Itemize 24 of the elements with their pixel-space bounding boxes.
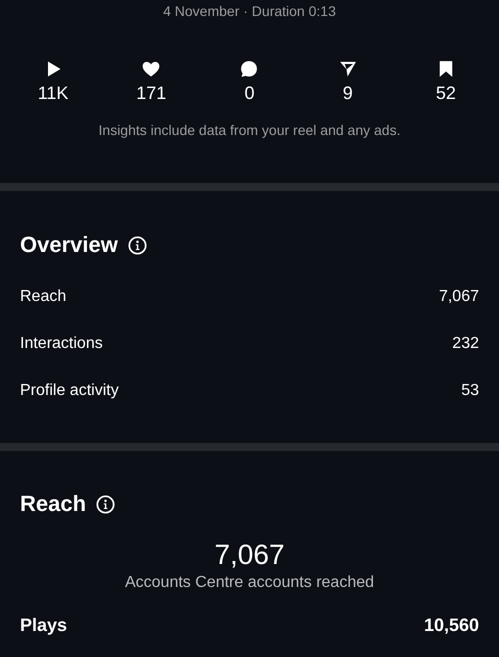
insights-note: Insights include data from your reel and any ads. xyxy=(98,122,402,138)
stat-count: 171 xyxy=(136,83,166,104)
metric-value: 7,067 xyxy=(438,288,479,306)
section-title: Overview xyxy=(20,232,118,258)
reel-date-duration: 4 November · Duration 0:13 xyxy=(162,3,337,19)
metric-label: Reach xyxy=(20,288,66,306)
metric-value: 232 xyxy=(452,334,479,352)
speech-bubble-icon xyxy=(239,59,260,79)
stat-count: 9 xyxy=(342,83,353,104)
metric-label: Profile activity xyxy=(20,382,119,400)
reach-total: 7,067 xyxy=(213,538,286,572)
stat-count: 11K xyxy=(38,83,68,104)
stat-count: 52 xyxy=(436,83,456,104)
info-icon[interactable] xyxy=(128,236,147,254)
info-icon[interactable] xyxy=(96,494,116,514)
heart-icon xyxy=(141,59,162,79)
metric-label: Interactions xyxy=(20,334,103,352)
section-title: Reach xyxy=(20,491,86,517)
metric-value: 10,560 xyxy=(424,615,479,636)
metric-value: 53 xyxy=(461,382,479,400)
metric-label: Plays xyxy=(20,615,68,636)
paper-plane-icon xyxy=(338,59,358,79)
stat-count: 0 xyxy=(244,83,254,104)
reach-caption: Accounts Centre accounts reached xyxy=(124,574,376,592)
